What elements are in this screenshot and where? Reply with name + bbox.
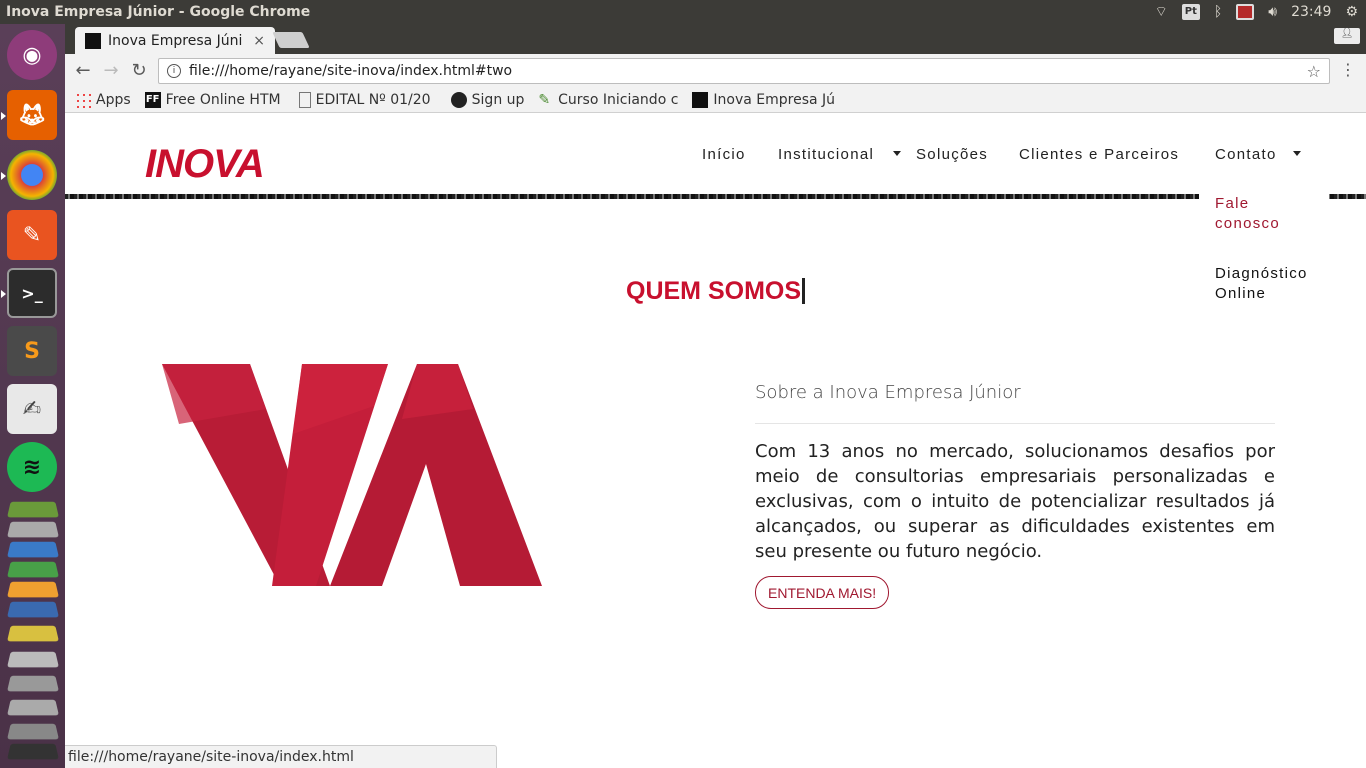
browser-tab[interactable]: Inova Empresa Júnior × — [75, 27, 275, 54]
chrome-icon[interactable] — [7, 150, 57, 200]
chrome-menu-icon[interactable]: ⋮ — [1340, 60, 1356, 79]
launcher-stack-item[interactable] — [7, 625, 59, 642]
tab-title: Inova Empresa Júnior — [108, 32, 243, 49]
bookmark-apps[interactable]: Apps — [75, 91, 131, 108]
bookmark-free-online-html[interactable]: FF Free Online HTM — [144, 91, 285, 108]
launcher-stack-item[interactable] — [7, 541, 59, 558]
tab-close-icon[interactable]: × — [253, 33, 265, 49]
ubuntu-dash-icon[interactable]: ◉ — [7, 30, 57, 80]
launcher-stack-item[interactable] — [7, 561, 59, 578]
launcher-stack-item[interactable] — [7, 601, 59, 618]
inova-favicon — [85, 32, 101, 49]
launcher-stack-item[interactable] — [7, 581, 59, 598]
profile-icon[interactable]: 👤︎ — [1334, 28, 1360, 44]
launcher-stack-item[interactable] — [7, 675, 59, 692]
reload-icon[interactable]: ↻ — [125, 60, 153, 81]
bluetooth-icon[interactable]: ᛒ — [1214, 4, 1222, 20]
back-arrow-icon[interactable]: ← — [69, 60, 97, 81]
document-icon — [298, 91, 311, 108]
wifi-icon[interactable]: ⌔ — [1155, 3, 1168, 21]
text-editor-icon[interactable]: ✍ — [7, 384, 57, 434]
bookmark-label: Inova Empresa Jú — [713, 91, 836, 108]
bookmark-label: Sign up — [471, 91, 525, 108]
nav-contato[interactable]: Contato — [1215, 146, 1277, 163]
tab-strip: Inova Empresa Júnior × 👤︎ — [65, 24, 1366, 54]
window-title: Inova Empresa Júnior - Google Chrome — [6, 4, 311, 20]
running-indicator — [1, 290, 6, 298]
forward-arrow-icon[interactable]: → — [97, 60, 125, 81]
firefox-icon[interactable]: 🦊︎ — [7, 90, 57, 140]
about-subtitle: Sobre a Inova Empresa Júnior — [755, 382, 1021, 403]
bookmark-label: EDITAL Nº 01/20 — [315, 91, 431, 108]
text-cursor — [802, 278, 806, 304]
system-tray: ⌔ Pt ᛒ 🔊︎ 23:49 ⚙ — [1155, 0, 1358, 24]
nav-solucoes[interactable]: Soluções — [916, 146, 988, 163]
section-title: QUEM SOMOS — [626, 277, 806, 306]
bookmark-edital[interactable]: EDITAL Nº 01/20 — [298, 91, 437, 108]
bookmark-inova[interactable]: Inova Empresa Jú — [692, 91, 837, 108]
bookmark-sign-up[interactable]: Sign up — [450, 91, 525, 108]
bookmark-label: Curso Iniciando c — [558, 91, 679, 108]
chevron-down-icon[interactable] — [893, 151, 901, 156]
course-icon: ✎ — [538, 91, 551, 108]
link-status-bubble: file:///home/rayane/site-inova/index.htm… — [65, 745, 497, 768]
volume-icon[interactable]: 🔊︎ — [1268, 4, 1277, 20]
bookmark-curso-iniciando[interactable]: ✎ Curso Iniciando c — [538, 92, 678, 108]
about-paragraph: Com 13 anos no mercado, solucionamos des… — [755, 441, 1275, 562]
unity-launcher: ◉ 🦊︎ ✎ >_ S ✍ ≋ — [0, 24, 65, 768]
section-title-text: QUEM SOMOS — [626, 277, 802, 305]
launcher-stack-item[interactable] — [7, 501, 59, 518]
inova-logo[interactable]: INOVA — [145, 142, 265, 187]
launcher-stack-item[interactable] — [7, 521, 59, 538]
running-indicator — [1, 172, 6, 180]
bookmark-label: Apps — [96, 91, 131, 108]
bookmark-star-icon[interactable]: ☆ — [1307, 62, 1321, 81]
sublime-text-icon[interactable]: S — [7, 326, 57, 376]
bookmarks-bar: Apps FF Free Online HTM EDITAL Nº 01/20 … — [65, 87, 1366, 113]
site-header: INOVA Início Institucional Soluções Clie… — [65, 114, 1366, 194]
terminal-icon[interactable]: >_ — [7, 268, 57, 318]
clock[interactable]: 23:49 — [1291, 4, 1331, 20]
nav-inicio[interactable]: Início — [702, 146, 746, 163]
running-indicator — [1, 112, 6, 120]
address-bar[interactable]: i file:///home/rayane/site-inova/index.h… — [158, 58, 1330, 84]
system-top-panel: Inova Empresa Júnior - Google Chrome ⌔ P… — [0, 0, 1366, 24]
dropdown-item-fale-conosco[interactable]: Fale conosco — [1215, 194, 1315, 234]
settings-gear-icon[interactable]: ⚙ — [1345, 4, 1358, 20]
contato-dropdown-menu: Fale conosco Diagnóstico Online — [1199, 194, 1329, 314]
bookmark-label: Free Online HTM — [165, 91, 281, 108]
inova-favicon — [692, 91, 709, 108]
url-text: file:///home/rayane/site-inova/index.htm… — [189, 63, 513, 79]
hero-image-strip — [65, 194, 1366, 199]
browser-toolbar: ← → ↻ i file:///home/rayane/site-inova/i… — [65, 54, 1366, 87]
ff-icon: FF — [144, 91, 161, 108]
launcher-stack-item[interactable] — [7, 699, 59, 716]
chevron-down-icon[interactable] — [1293, 151, 1301, 156]
entenda-mais-button[interactable]: ENTENDA MAIS! — [755, 576, 890, 609]
new-tab-button[interactable] — [272, 32, 310, 48]
record-indicator-icon[interactable] — [1236, 4, 1255, 20]
nav-clientes-parceiros[interactable]: Clientes e Parceiros — [1019, 146, 1179, 163]
divider — [755, 423, 1275, 424]
dropdown-item-diagnostico-online[interactable]: Diagnóstico Online — [1215, 264, 1325, 304]
spotify-icon[interactable]: ≋ — [7, 442, 57, 492]
launcher-stack-item[interactable] — [7, 743, 59, 760]
github-icon — [450, 91, 467, 108]
launcher-stack-item[interactable] — [7, 723, 59, 740]
keyboard-layout-indicator[interactable]: Pt — [1181, 4, 1200, 20]
apps-grid-icon — [75, 91, 91, 108]
launcher-stack-item[interactable] — [7, 651, 59, 668]
inova-va-logo-graphic — [162, 364, 542, 586]
pencil-app-icon[interactable]: ✎ — [7, 210, 57, 260]
nav-institucional[interactable]: Institucional — [778, 146, 874, 163]
web-page: INOVA Início Institucional Soluções Clie… — [65, 114, 1366, 768]
info-icon[interactable]: i — [167, 64, 181, 78]
